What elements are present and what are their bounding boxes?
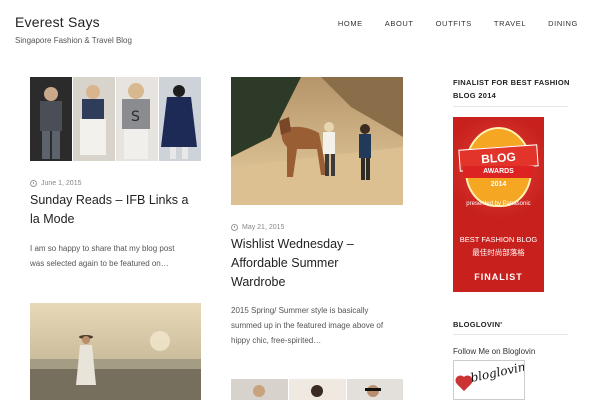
post-title-line[interactable]: Wardrobe (231, 273, 411, 292)
badge-year: 2014 (490, 181, 507, 188)
badge-label: FINALIST (474, 272, 523, 282)
nav-travel[interactable]: TRAVEL (494, 19, 526, 28)
svg-text:S: S (131, 109, 140, 125)
excerpt-line: I am so happy to share that my blog post (30, 244, 175, 253)
badge-sponsor: presented by Panasonic (466, 201, 531, 207)
nav-dining[interactable]: DINING (548, 19, 578, 28)
nav-home[interactable]: HOME (338, 19, 363, 28)
post-thumbnail-beach[interactable] (30, 303, 201, 400)
nav-outfits[interactable]: OUTFITS (436, 19, 472, 28)
main-nav: HOME ABOUT OUTFITS TRAVEL DINING (316, 19, 578, 28)
widget-divider (453, 106, 568, 107)
badge-category: BEST FASHION BLOG (459, 235, 538, 244)
post-title-line[interactable]: la Mode (30, 210, 205, 229)
post-excerpt: I am so happy to share that my blog post… (30, 241, 210, 271)
excerpt-line: was selected again to be featured on… (30, 259, 169, 268)
post-thumbnail-collage[interactable]: S (30, 77, 201, 161)
widget-title-bloglovin: BLOGLOVIN' (453, 320, 503, 329)
post-title[interactable]: Wishlist Wednesday – Affordable Summer W… (231, 235, 411, 292)
blog-awards-badge[interactable]: BLOG AWARDS 2014 presented by Panasonic … (453, 117, 544, 292)
widget-divider (453, 334, 568, 335)
post-date-text[interactable]: June 1, 2015 (41, 180, 81, 187)
post-title-line[interactable]: Sunday Reads – IFB Links a (30, 191, 205, 210)
post-thumbnail-collage-2[interactable] (231, 379, 403, 400)
post-date-text[interactable]: May 21, 2015 (242, 224, 284, 231)
bloglovin-follow-text[interactable]: Follow Me on Bloglovin (453, 347, 535, 356)
bloglovin-logo-text: bloglovin' (469, 360, 525, 385)
site-tagline: Singapore Fashion & Travel Blog (15, 36, 132, 45)
clock-icon (30, 180, 37, 187)
widget-title-line: BLOG 2014 (453, 91, 497, 100)
widget-title-line: FINALIST FOR BEST FASHION (453, 78, 570, 87)
nav-about[interactable]: ABOUT (385, 19, 414, 28)
post-excerpt: 2015 Spring/ Summer style is basically s… (231, 303, 416, 348)
post-date: June 1, 2015 (30, 180, 81, 187)
clock-icon (231, 224, 238, 231)
excerpt-line: hippy chic, free-spirited… (231, 336, 322, 345)
widget-title-finalist: FINALIST FOR BEST FASHION BLOG 2014 (453, 76, 570, 102)
badge-category-cn: 最佳时尚部落格 (472, 248, 525, 257)
post-date: May 21, 2015 (231, 224, 284, 231)
excerpt-line: 2015 Spring/ Summer style is basically (231, 306, 369, 315)
badge-ribbon-sub: AWARDS (463, 166, 534, 178)
post-title[interactable]: Sunday Reads – IFB Links a la Mode (30, 191, 205, 229)
site-title[interactable]: Everest Says (15, 14, 100, 30)
excerpt-line: summed up in the featured image above of (231, 321, 384, 330)
post-thumbnail-horse[interactable] (231, 77, 403, 205)
post-title-line[interactable]: Wishlist Wednesday – (231, 235, 411, 254)
heart-icon (456, 376, 472, 392)
post-title-line[interactable]: Affordable Summer (231, 254, 411, 273)
bloglovin-button[interactable]: bloglovin' (453, 360, 525, 400)
